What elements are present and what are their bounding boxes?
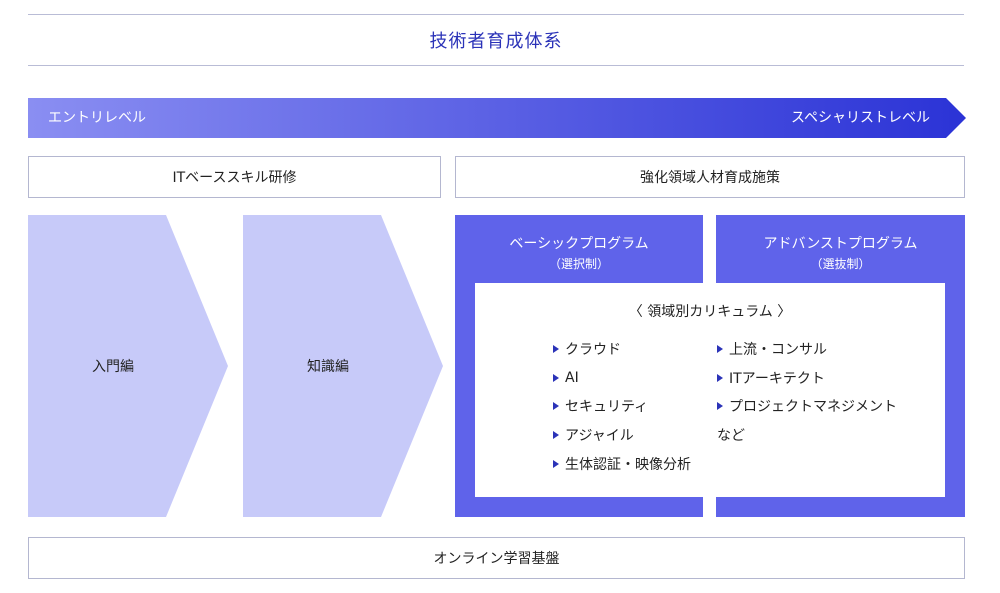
bullet-triangle-icon: [553, 345, 559, 354]
online-learning-label: オンライン学習基盤: [433, 551, 560, 567]
bullet-triangle-icon: [717, 373, 723, 382]
curriculum-item: ITアーキテクト: [717, 364, 897, 393]
bullet-triangle-icon: [717, 345, 723, 354]
basic-program-title: ベーシックプログラム: [509, 236, 649, 252]
it-base-skill-box: ITベーススキル研修: [28, 156, 441, 198]
level-arrow: エントリレベル スペシャリストレベル: [28, 98, 966, 138]
bullet-triangle-icon: [553, 373, 559, 382]
chevron-knowledge: 知識編: [243, 215, 443, 517]
curriculum-right-list: 上流・コンサル ITアーキテクト プロジェクトマネジメント など: [717, 335, 897, 449]
curriculum-item: プロジェクトマネジメント: [717, 392, 897, 421]
bullet-triangle-icon: [553, 431, 559, 440]
curriculum-item: 上流・コンサル: [717, 335, 897, 364]
curriculum-item: 生体認証・映像分析: [553, 449, 691, 478]
advanced-program-title: アドバンストプログラム: [763, 236, 918, 252]
curriculum-item: クラウド: [553, 335, 691, 364]
curriculum-item: アジャイル: [553, 421, 691, 450]
basic-program-subtitle: （選択制）: [548, 257, 609, 271]
strengthen-area-box: 強化領域人材育成施策: [455, 156, 965, 198]
bullet-triangle-icon: [717, 402, 723, 411]
entry-level-label: エントリレベル: [48, 110, 146, 126]
curriculum-item: セキュリティ: [553, 392, 691, 421]
it-base-skill-label: ITベーススキル研修: [172, 170, 297, 186]
curriculum-etc: など: [717, 428, 745, 445]
bullet-triangle-icon: [553, 459, 559, 468]
strengthen-area-label: 強化領域人材育成施策: [640, 170, 780, 186]
chevron-intro-label: 入門編: [92, 359, 134, 375]
bullet-triangle-icon: [553, 402, 559, 411]
title-bar: 技術者育成体系: [28, 14, 964, 66]
curriculum-box: 〈 領域別カリキュラム 〉 クラウド AI セキュリティ アジャイル 生体認証・…: [475, 283, 945, 497]
online-learning-box: オンライン学習基盤: [28, 537, 965, 579]
curriculum-item: AI: [553, 364, 691, 393]
advanced-program-subtitle: （選抜制）: [810, 257, 871, 271]
chevron-intro: 入門編: [28, 215, 228, 517]
curriculum-left-list: クラウド AI セキュリティ アジャイル 生体認証・映像分析: [553, 335, 691, 478]
specialist-level-label: スペシャリストレベル: [790, 110, 930, 126]
curriculum-title: 〈 領域別カリキュラム 〉: [628, 304, 792, 320]
page-title: 技術者育成体系: [429, 31, 563, 52]
chevron-knowledge-label: 知識編: [307, 359, 349, 375]
